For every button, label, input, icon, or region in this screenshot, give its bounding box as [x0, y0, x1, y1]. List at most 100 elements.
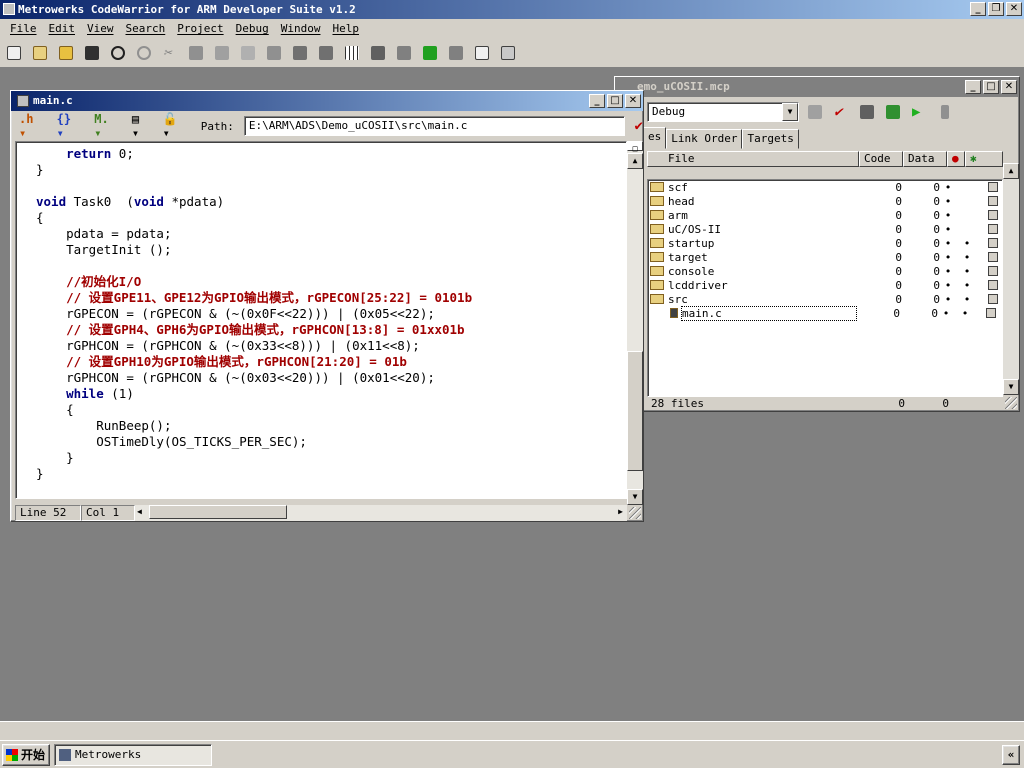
menu-file[interactable]: File [4, 22, 43, 35]
project-file-row[interactable]: main.c 0 0 • • [648, 305, 1002, 321]
horizontal-scroll-thumb[interactable] [149, 505, 287, 519]
file-options-icon[interactable] [988, 196, 998, 206]
column-code[interactable]: Code [859, 151, 903, 167]
taskbar-item-codewarrior[interactable]: Metrowerks CodeWarr... [54, 743, 213, 768]
project-close-button[interactable]: ✕ [1001, 80, 1017, 94]
scroll-down-button[interactable]: ▼ [627, 489, 643, 505]
paste-icon[interactable] [212, 43, 232, 63]
cut-icon[interactable]: ✂ [160, 43, 180, 63]
menu-project[interactable]: Project [171, 22, 229, 35]
checkmark-icon[interactable]: ✔ [635, 118, 643, 134]
run-icon[interactable] [420, 43, 440, 63]
scroll-up-button[interactable]: ▲ [627, 153, 643, 169]
new-file-icon[interactable] [4, 43, 24, 63]
code-line[interactable]: // 设置GPH4、GPH6为GPIO输出模式，rGPHCON[13:8] = … [36, 322, 626, 338]
file-options-icon[interactable] [988, 252, 998, 262]
project-file-row[interactable]: console 0 0 • • [648, 264, 1002, 278]
document-settings-icon[interactable]: ▤ ▾ [132, 112, 153, 140]
codewarrior-app-icon[interactable] [3, 3, 15, 15]
project-window-title-bar[interactable]: emo_uCOSII.mcp _ □ ✕ [615, 77, 1019, 97]
settings-icon[interactable] [498, 43, 518, 63]
editor-maximize-button[interactable]: □ [607, 94, 623, 108]
file-options-icon[interactable] [988, 182, 998, 192]
scroll-down-button[interactable]: ▼ [1003, 379, 1019, 395]
code-line[interactable]: } [36, 162, 626, 178]
file-options-icon[interactable] [988, 266, 998, 276]
stop-icon[interactable] [446, 43, 466, 63]
find-icon[interactable] [238, 43, 258, 63]
bookmark-icon[interactable] [290, 43, 310, 63]
markers-popup-icon[interactable]: M. ▾ [94, 112, 122, 140]
editor-vertical-scrollbar[interactable]: □ ▲ ▼ [627, 141, 643, 505]
run-project-icon[interactable]: ▶ [909, 102, 929, 122]
debug-project-icon[interactable] [883, 102, 903, 122]
functions-popup-icon[interactable]: {} ▾ [57, 112, 85, 140]
open-folder-icon[interactable] [56, 43, 76, 63]
chevron-down-icon[interactable]: ▼ [782, 103, 798, 121]
code-line[interactable] [36, 258, 626, 274]
code-line[interactable]: TargetInit (); [36, 242, 626, 258]
project-minimize-button[interactable]: _ [965, 80, 981, 94]
debug-icon[interactable] [394, 43, 414, 63]
split-handle[interactable]: □ [627, 141, 643, 153]
project-file-row[interactable]: src 0 0 • • [648, 292, 1002, 306]
close-button[interactable]: ✕ [1006, 2, 1022, 16]
synchronize-icon[interactable]: ✔ [831, 102, 851, 122]
menu-view[interactable]: View [81, 22, 120, 35]
scroll-left-button[interactable]: ◀ [137, 505, 142, 519]
menu-window[interactable]: Window [275, 22, 327, 35]
target-dropdown[interactable]: Debug ▼ [647, 102, 799, 122]
minimize-button[interactable]: _ [970, 2, 986, 16]
new-project-icon[interactable] [30, 43, 50, 63]
project-file-row[interactable]: target 0 0 • • [648, 250, 1002, 264]
column-file[interactable]: File [647, 151, 859, 167]
code-line[interactable]: OSTimeDly(OS_TICKS_PER_SEC); [36, 434, 626, 450]
code-line[interactable]: // 设置GPH10为GPIO输出模式，rGPHCON[21:20] = 01b [36, 354, 626, 370]
column-data[interactable]: Data [903, 151, 947, 167]
menu-debug[interactable]: Debug [230, 22, 275, 35]
project-file-row[interactable]: head 0 0 • [648, 194, 1002, 208]
header-files-popup-icon[interactable]: .h ▾ [19, 112, 47, 140]
target-settings-icon[interactable] [805, 102, 825, 122]
file-options-icon[interactable] [988, 280, 998, 290]
project-file-row[interactable]: uC/OS-II 0 0 • [648, 222, 1002, 236]
file-options-icon[interactable] [988, 294, 998, 304]
editor-horizontal-scrollbar[interactable]: ◀ ▶ [135, 505, 627, 521]
project-inspector-icon[interactable] [935, 102, 955, 122]
editor-title-bar[interactable]: main.c _ □ ✕ [11, 91, 643, 111]
make-project-icon[interactable] [857, 102, 877, 122]
grid-icon[interactable] [342, 43, 362, 63]
code-line[interactable]: void Task0 (void *pdata) [36, 194, 626, 210]
project-scrollbar[interactable]: ▲ ▼ [1003, 163, 1019, 395]
copy-icon[interactable] [186, 43, 206, 63]
target-column-icon[interactable]: ✱ [965, 151, 1003, 167]
version-control-icon[interactable]: 🔓 ▾ [163, 112, 191, 140]
undo-icon[interactable] [108, 43, 128, 63]
path-field[interactable]: E:\ARM\ADS\Demo_uCOSII\src\main.c [243, 116, 625, 136]
code-line[interactable]: } [36, 450, 626, 466]
code-line[interactable]: rGPECON = (rGPECON & (~(0x0F<<22))) | (0… [36, 306, 626, 322]
tab-targets[interactable]: Targets [742, 129, 799, 149]
project-file-row[interactable]: startup 0 0 • • [648, 236, 1002, 250]
menu-help[interactable]: Help [326, 22, 365, 35]
file-options-icon[interactable] [988, 224, 998, 234]
app-title-bar[interactable]: Metrowerks CodeWarrior for ARM Developer… [0, 0, 1024, 19]
code-line[interactable]: rGPHCON = (rGPHCON & (~(0x33<<8))) | (0x… [36, 338, 626, 354]
redo-icon[interactable] [134, 43, 154, 63]
code-line[interactable]: while (1) [36, 386, 626, 402]
code-line[interactable]: RunBeep(); [36, 418, 626, 434]
code-line[interactable]: { [36, 210, 626, 226]
scroll-right-button[interactable]: ▶ [618, 505, 623, 519]
tray-expand-button[interactable]: « [1002, 745, 1020, 765]
tab-link-order[interactable]: Link Order [666, 129, 743, 149]
code-line[interactable]: //初始化I/O [36, 274, 626, 290]
scroll-thumb[interactable] [627, 351, 643, 471]
project-file-row[interactable]: arm 0 0 • [648, 208, 1002, 222]
code-line[interactable]: return 0; [36, 146, 626, 162]
menu-search[interactable]: Search [120, 22, 172, 35]
project-file-row[interactable]: lcddriver 0 0 • • [648, 278, 1002, 292]
code-line[interactable]: pdata = pdata; [36, 226, 626, 242]
file-options-icon[interactable] [988, 210, 998, 220]
file-options-icon[interactable] [986, 308, 996, 318]
editor-minimize-button[interactable]: _ [589, 94, 605, 108]
